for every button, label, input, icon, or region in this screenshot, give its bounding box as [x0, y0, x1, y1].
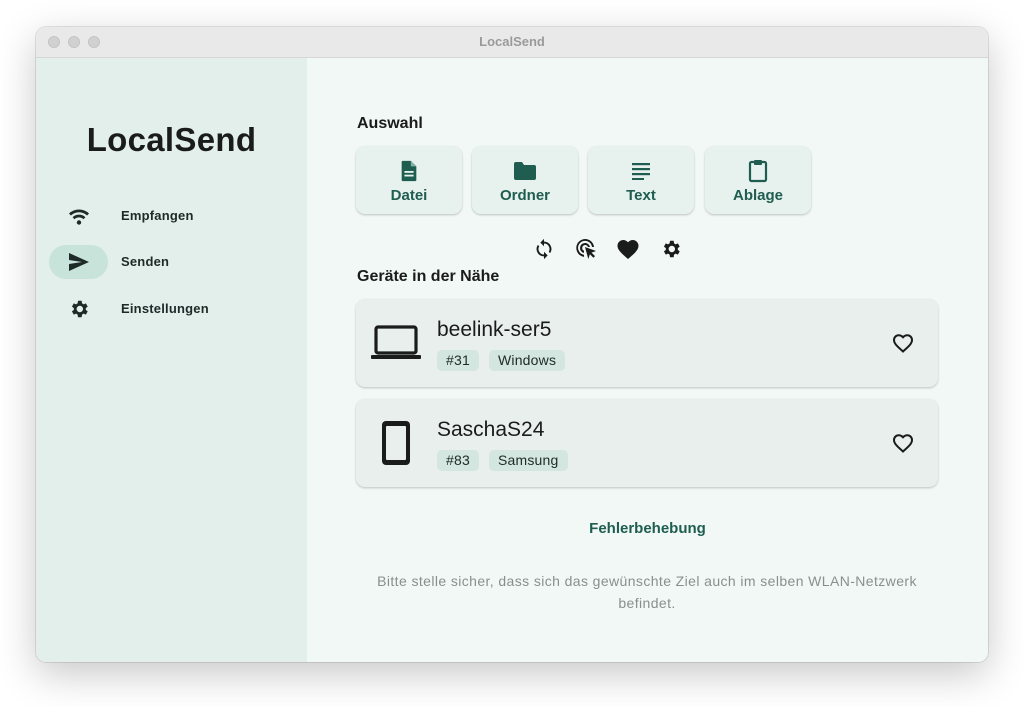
sidebar-item-label: Empfangen — [121, 208, 194, 223]
device-type-badge: Windows — [488, 350, 566, 371]
favorites-icon[interactable] — [615, 236, 641, 262]
select-clipboard-button[interactable]: Ablage — [705, 146, 811, 214]
text-icon — [631, 159, 651, 183]
device-card-beelink-ser5[interactable]: beelink-ser5 #31 Windows — [356, 299, 938, 387]
folder-icon — [513, 159, 537, 183]
tap-target-icon[interactable] — [573, 236, 599, 262]
device-type-badge: Samsung — [488, 450, 568, 471]
sidebar-item-settings[interactable]: Einstellungen — [49, 292, 289, 326]
laptop-icon — [370, 317, 422, 369]
sidebar-item-label: Senden — [121, 254, 170, 269]
button-label: Ordner — [499, 186, 550, 204]
favorite-heart-icon[interactable] — [890, 330, 916, 356]
window-title: LocalSend — [479, 34, 545, 49]
clipboard-icon — [748, 159, 768, 183]
button-label: Ablage — [732, 186, 783, 204]
refresh-icon[interactable] — [531, 236, 557, 262]
title-bar: LocalSend — [36, 27, 988, 58]
select-file-button[interactable]: Datei — [356, 146, 462, 214]
settings-icon[interactable] — [658, 236, 684, 262]
nearby-devices-title: Geräte in der Nähe — [357, 268, 500, 285]
select-folder-button[interactable]: Ordner — [472, 146, 578, 214]
sidebar-item-label: Einstellungen — [121, 301, 209, 316]
device-card-saschas24[interactable]: SaschaS24 #83 Samsung — [356, 399, 938, 487]
device-id-badge: #83 — [437, 450, 479, 471]
device-name: beelink-ser5 — [437, 318, 552, 341]
device-tags: #83 Samsung — [437, 450, 568, 471]
main-panel: Auswahl Datei Ordner Text Ablage Geräte … — [307, 58, 988, 662]
wifi-icon — [49, 199, 108, 233]
button-label: Text — [626, 186, 656, 204]
device-tags: #31 Windows — [437, 350, 566, 371]
gear-icon — [49, 292, 108, 326]
network-hint-text: Bitte stelle sicher, dass sich das gewün… — [377, 573, 917, 611]
send-icon — [49, 245, 108, 279]
sidebar-item-send[interactable]: Senden — [49, 245, 289, 279]
select-text-button[interactable]: Text — [588, 146, 694, 214]
sidebar: LocalSend Empfangen Senden Einstellungen — [36, 58, 307, 662]
device-name: SaschaS24 — [437, 418, 545, 441]
selection-title: Auswahl — [357, 115, 423, 132]
app-window: LocalSend LocalSend Empfangen Senden Ein… — [36, 27, 988, 662]
troubleshoot-link[interactable]: Fehlerbehebung — [307, 520, 988, 537]
button-label: Datei — [390, 186, 428, 204]
sidebar-item-receive[interactable]: Empfangen — [49, 199, 289, 233]
favorite-heart-icon[interactable] — [890, 430, 916, 456]
file-icon — [399, 159, 419, 183]
app-name: LocalSend — [86, 121, 257, 158]
phone-icon — [370, 417, 422, 469]
device-id-badge: #31 — [437, 350, 479, 371]
